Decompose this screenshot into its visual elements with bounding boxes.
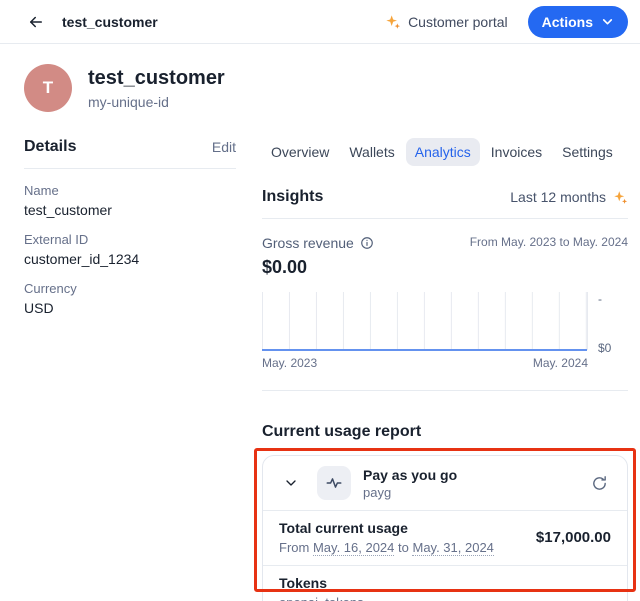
usage-item-row: Tokens openai_tokens [263, 565, 627, 601]
chevron-down-icon [283, 475, 299, 491]
topbar-title: test_customer [62, 14, 158, 30]
period-to-date: May. 31, 2024 [412, 540, 493, 556]
plan-name: Pay as you go [363, 467, 457, 483]
edit-button[interactable]: Edit [212, 139, 236, 155]
chevron-down-icon [601, 15, 614, 28]
field-value: USD [24, 300, 236, 316]
arrow-left-icon [27, 13, 45, 31]
topbar: test_customer Customer portal Actions [0, 0, 640, 44]
actions-label: Actions [542, 14, 593, 30]
tab-overview[interactable]: Overview [262, 138, 338, 166]
avatar: T [24, 64, 72, 112]
total-usage-period: From May. 16, 2024 to May. 31, 2024 [279, 540, 494, 555]
details-title: Details [24, 138, 76, 156]
field-label: Name [24, 183, 236, 198]
sparkle-icon [385, 14, 401, 30]
info-icon[interactable] [360, 236, 374, 250]
customer-name: test_customer [88, 67, 225, 90]
field-value: test_customer [24, 202, 236, 218]
tab-settings[interactable]: Settings [553, 138, 622, 166]
refresh-button[interactable] [585, 469, 613, 497]
field-external-id: External ID customer_id_1234 [24, 232, 236, 267]
tab-wallets[interactable]: Wallets [340, 138, 403, 166]
period-selector[interactable]: Last 12 months [510, 189, 628, 205]
x-axis-tick-end: May. 2024 [533, 356, 588, 370]
plan-code: payg [363, 485, 457, 500]
insights-title: Insights [262, 188, 323, 206]
sparkle-icon [613, 190, 628, 205]
gross-revenue-chart: - $0 [262, 292, 628, 350]
chart-plot-area [262, 292, 588, 350]
pulse-icon [325, 474, 343, 492]
usage-item-name: Tokens [279, 575, 364, 591]
usage-item-code: openai_tokens [279, 595, 364, 601]
actions-button[interactable]: Actions [528, 6, 628, 38]
revenue-line [262, 349, 587, 351]
y-axis-tick-top: - [598, 292, 602, 306]
tab-analytics[interactable]: Analytics [406, 138, 480, 166]
period-label: Last 12 months [510, 189, 606, 205]
collapse-toggle-button[interactable] [277, 469, 305, 497]
customer-portal-label: Customer portal [408, 14, 508, 30]
customer-header: T test_customer my-unique-id [0, 44, 640, 112]
customer-portal-link[interactable]: Customer portal [385, 14, 508, 30]
period-prefix: From [279, 540, 309, 555]
total-usage-amount: $17,000.00 [536, 529, 611, 546]
usage-card-header: Pay as you go payg [263, 456, 627, 510]
gross-revenue-label: Gross revenue [262, 235, 354, 251]
gross-revenue-value: $0.00 [262, 257, 628, 278]
divider [262, 390, 628, 391]
field-label: Currency [24, 281, 236, 296]
total-usage-row: Total current usage From May. 16, 2024 t… [263, 510, 627, 565]
revenue-date-range: From May. 2023 to May. 2024 [470, 235, 628, 249]
details-panel: Details Edit Name test_customer External… [24, 138, 236, 601]
usage-report-card: Pay as you go payg Total current usage [262, 455, 628, 601]
back-button[interactable] [22, 8, 50, 36]
x-axis-tick-start: May. 2023 [262, 356, 317, 370]
tab-invoices[interactable]: Invoices [482, 138, 551, 166]
period-from-date: May. 16, 2024 [313, 540, 394, 556]
field-label: External ID [24, 232, 236, 247]
refresh-icon [591, 475, 608, 492]
period-join: to [398, 540, 409, 555]
usage-report-title: Current usage report [262, 423, 628, 441]
field-value: customer_id_1234 [24, 251, 236, 267]
tab-bar: Overview Wallets Analytics Invoices Sett… [262, 138, 628, 166]
y-axis-tick-bottom: $0 [598, 341, 611, 355]
plan-iconbox [317, 466, 351, 500]
customer-unique-id: my-unique-id [88, 94, 225, 110]
total-usage-label: Total current usage [279, 520, 494, 536]
field-name: Name test_customer [24, 183, 236, 218]
field-currency: Currency USD [24, 281, 236, 316]
